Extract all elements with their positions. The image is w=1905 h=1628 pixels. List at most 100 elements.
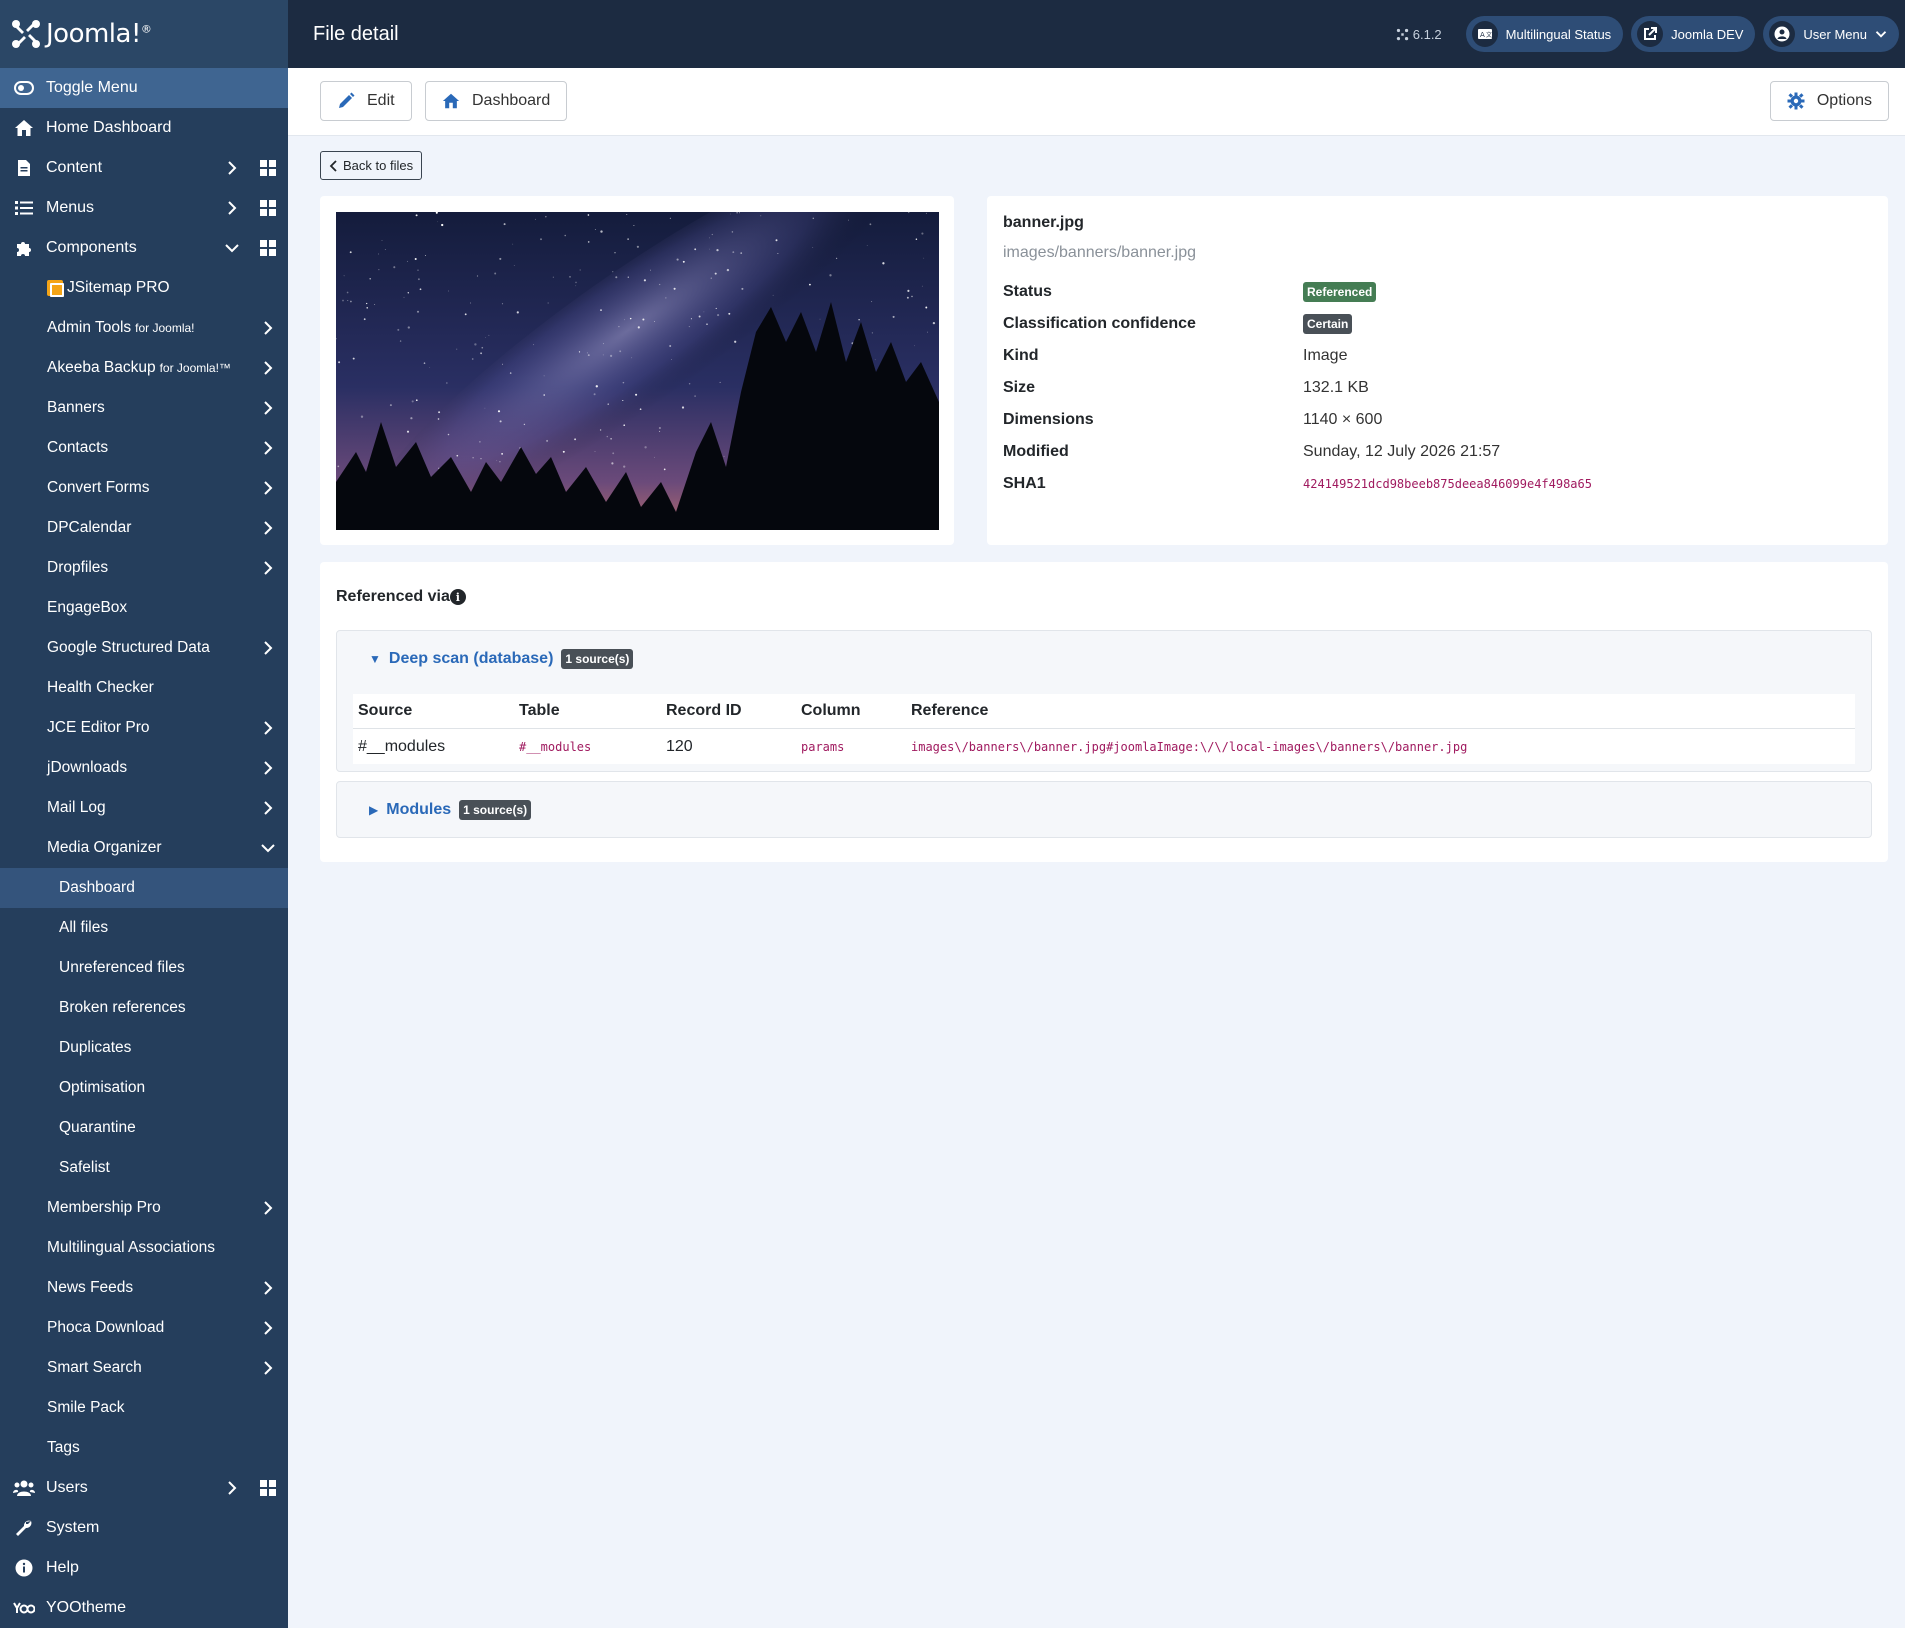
chevron-right-icon[interactable] <box>260 520 276 536</box>
sidebar-item-mo-broken[interactable]: Broken references <box>0 988 288 1028</box>
back-to-files-button[interactable]: Back to files <box>320 151 423 180</box>
sidebar-item-akeeba-backup[interactable]: Akeeba Backup for Joomla!™ <box>0 348 288 388</box>
sidebar-item-menus[interactable]: Menus <box>0 188 288 228</box>
dashboard-grid-icon[interactable] <box>260 240 276 256</box>
dashboard-grid-icon[interactable] <box>260 160 276 176</box>
multilingual-status-button[interactable]: A文 Multilingual Status <box>1465 16 1624 52</box>
sidebar-item-smart-search[interactable]: Smart Search <box>0 1348 288 1388</box>
sidebar-item-multilingual-associations[interactable]: Multilingual Associations <box>0 1228 288 1268</box>
sha1-value: 424149521dcd98beeb875deea846099e4f498a65 <box>1303 477 1592 491</box>
chevron-right-icon[interactable] <box>224 1480 240 1496</box>
sidebar-item-mo-quarantine[interactable]: Quarantine <box>0 1108 288 1148</box>
sidebar-item-mo-optimisation[interactable]: Optimisation <box>0 1068 288 1108</box>
sidebar-item-smile-pack[interactable]: Smile Pack <box>0 1388 288 1428</box>
chevron-right-icon[interactable] <box>260 1280 276 1296</box>
toggle-menu[interactable]: Toggle Menu <box>0 68 288 108</box>
chevron-right-icon[interactable] <box>260 640 276 656</box>
sidebar-item-mo-unreferenced[interactable]: Unreferenced files <box>0 948 288 988</box>
chevron-right-icon[interactable] <box>260 360 276 376</box>
sidebar-item-mo-duplicates[interactable]: Duplicates <box>0 1028 288 1068</box>
chevron-right-icon[interactable] <box>260 320 276 336</box>
sidebar-item-google-structured-data[interactable]: Google Structured Data <box>0 628 288 668</box>
chevron-right-icon[interactable] <box>260 400 276 416</box>
edit-button[interactable]: Edit <box>320 81 412 121</box>
chevron-right-icon[interactable] <box>260 720 276 736</box>
detail-value: Sunday, 12 July 2026 21:57 <box>1303 443 1501 460</box>
sidebar-item-jce-editor-pro[interactable]: JCE Editor Pro <box>0 708 288 748</box>
user-menu-label: User Menu <box>1803 26 1867 42</box>
chevron-right-icon[interactable] <box>260 760 276 776</box>
joomla-logo[interactable]: Joomla!® <box>0 0 288 68</box>
sidebar-item-mail-log[interactable]: Mail Log <box>0 788 288 828</box>
sidebar-item-sublabel: for Joomla! <box>135 321 195 335</box>
users-icon <box>12 1476 36 1500</box>
chevron-right-icon[interactable] <box>260 800 276 816</box>
sidebar-item-phoca-download[interactable]: Phoca Download <box>0 1308 288 1348</box>
status-badge: Referenced <box>1303 282 1377 302</box>
sidebar-item-mo-safelist[interactable]: Safelist <box>0 1148 288 1188</box>
chevron-right-icon[interactable] <box>260 1200 276 1216</box>
chevron-right-icon[interactable] <box>224 160 240 176</box>
sidebar-item-engagebox[interactable]: EngageBox <box>0 588 288 628</box>
detail-label: Kind <box>1003 347 1039 364</box>
sidebar-item-home-dashboard[interactable]: Home Dashboard <box>0 108 288 148</box>
sidebar-item-convert-forms[interactable]: Convert Forms <box>0 468 288 508</box>
chevron-right-icon[interactable] <box>260 1320 276 1336</box>
sidebar-item-yootheme[interactable]: YOOtheme <box>0 1588 288 1628</box>
detail-row-modified: Modified Sunday, 12 July 2026 21:57 <box>1003 436 1872 468</box>
options-button[interactable]: Options <box>1769 81 1889 121</box>
sidebar-item-news-feeds[interactable]: News Feeds <box>0 1268 288 1308</box>
sidebar-item-admin-tools[interactable]: Admin Tools for Joomla! <box>0 308 288 348</box>
sidebar-item-dropfiles[interactable]: Dropfiles <box>0 548 288 588</box>
sidebar-item-label: Duplicates <box>59 1039 132 1056</box>
view-site-button[interactable]: Joomla DEV <box>1631 16 1756 52</box>
dashboard-button[interactable]: Dashboard <box>425 81 568 121</box>
dashboard-grid-icon[interactable] <box>260 1480 276 1496</box>
sidebar-item-users[interactable]: Users <box>0 1468 288 1508</box>
detail-label: Modified <box>1003 443 1069 460</box>
toggle-menu-label: Toggle Menu <box>46 79 138 96</box>
reference-group-deep-scan: ▼ Deep scan (database) 1 source(s) Sourc… <box>336 630 1872 772</box>
sidebar-item-membership-pro[interactable]: Membership Pro <box>0 1188 288 1228</box>
chevron-right-icon[interactable] <box>260 1360 276 1376</box>
sidebar-item-jsitemap[interactable]: JSitemap PRO <box>0 268 288 308</box>
sidebar-item-help[interactable]: Help <box>0 1548 288 1588</box>
sidebar-item-label: Contacts <box>47 439 109 456</box>
sidebar-item-label: JSitemap PRO <box>67 279 170 296</box>
detail-row-status: Status Referenced <box>1003 276 1872 308</box>
sidebar-item-label: YOOtheme <box>46 1599 127 1616</box>
chevron-left-icon <box>329 159 337 172</box>
sidebar-item-media-organizer[interactable]: Media Organizer <box>0 828 288 868</box>
sidebar-item-label: Akeeba Backup <box>47 359 156 376</box>
dashboard-grid-icon[interactable] <box>260 200 276 216</box>
image-preview[interactable] <box>336 212 939 530</box>
chevron-right-icon[interactable] <box>260 560 276 576</box>
chevron-right-icon[interactable] <box>260 480 276 496</box>
chevron-down-icon[interactable] <box>260 840 276 856</box>
sidebar-item-content[interactable]: Content <box>0 148 288 188</box>
sidebar-item-mo-dashboard[interactable]: Dashboard <box>0 868 288 908</box>
sidebar-item-banners[interactable]: Banners <box>0 388 288 428</box>
wrench-icon <box>12 1516 36 1540</box>
sidebar-item-health-checker[interactable]: Health Checker <box>0 668 288 708</box>
file-details-list: Status Referenced Classification confiden… <box>1003 276 1872 500</box>
chevron-down-icon[interactable] <box>224 240 240 256</box>
chevron-right-icon[interactable] <box>224 200 240 216</box>
sidebar-item-dpcalendar[interactable]: DPCalendar <box>0 508 288 548</box>
chevron-right-icon[interactable] <box>260 440 276 456</box>
user-menu-button[interactable]: User Menu <box>1763 16 1899 52</box>
deep-scan-toggle[interactable]: ▼ Deep scan (database) 1 source(s) <box>369 649 634 669</box>
sidebar-item-tags[interactable]: Tags <box>0 1428 288 1468</box>
sidebar-item-mo-all-files[interactable]: All files <box>0 908 288 948</box>
sidebar-item-contacts[interactable]: Contacts <box>0 428 288 468</box>
sidebar-item-jdownloads[interactable]: jDownloads <box>0 748 288 788</box>
info-icon[interactable]: i <box>449 589 466 605</box>
sidebar-item-label: Components <box>46 239 137 256</box>
sidebar-item-components[interactable]: Components <box>0 228 288 268</box>
modules-toggle[interactable]: ▶ Modules 1 source(s) <box>369 800 532 820</box>
sidebar-item-label: Health Checker <box>47 679 154 696</box>
image-preview-card <box>320 196 954 545</box>
header-actions: 6.1.2 A文 Multilingual Status Joomla DEV … <box>1396 16 1899 52</box>
sidebar-item-label: System <box>46 1519 100 1536</box>
sidebar-item-system[interactable]: System <box>0 1508 288 1548</box>
